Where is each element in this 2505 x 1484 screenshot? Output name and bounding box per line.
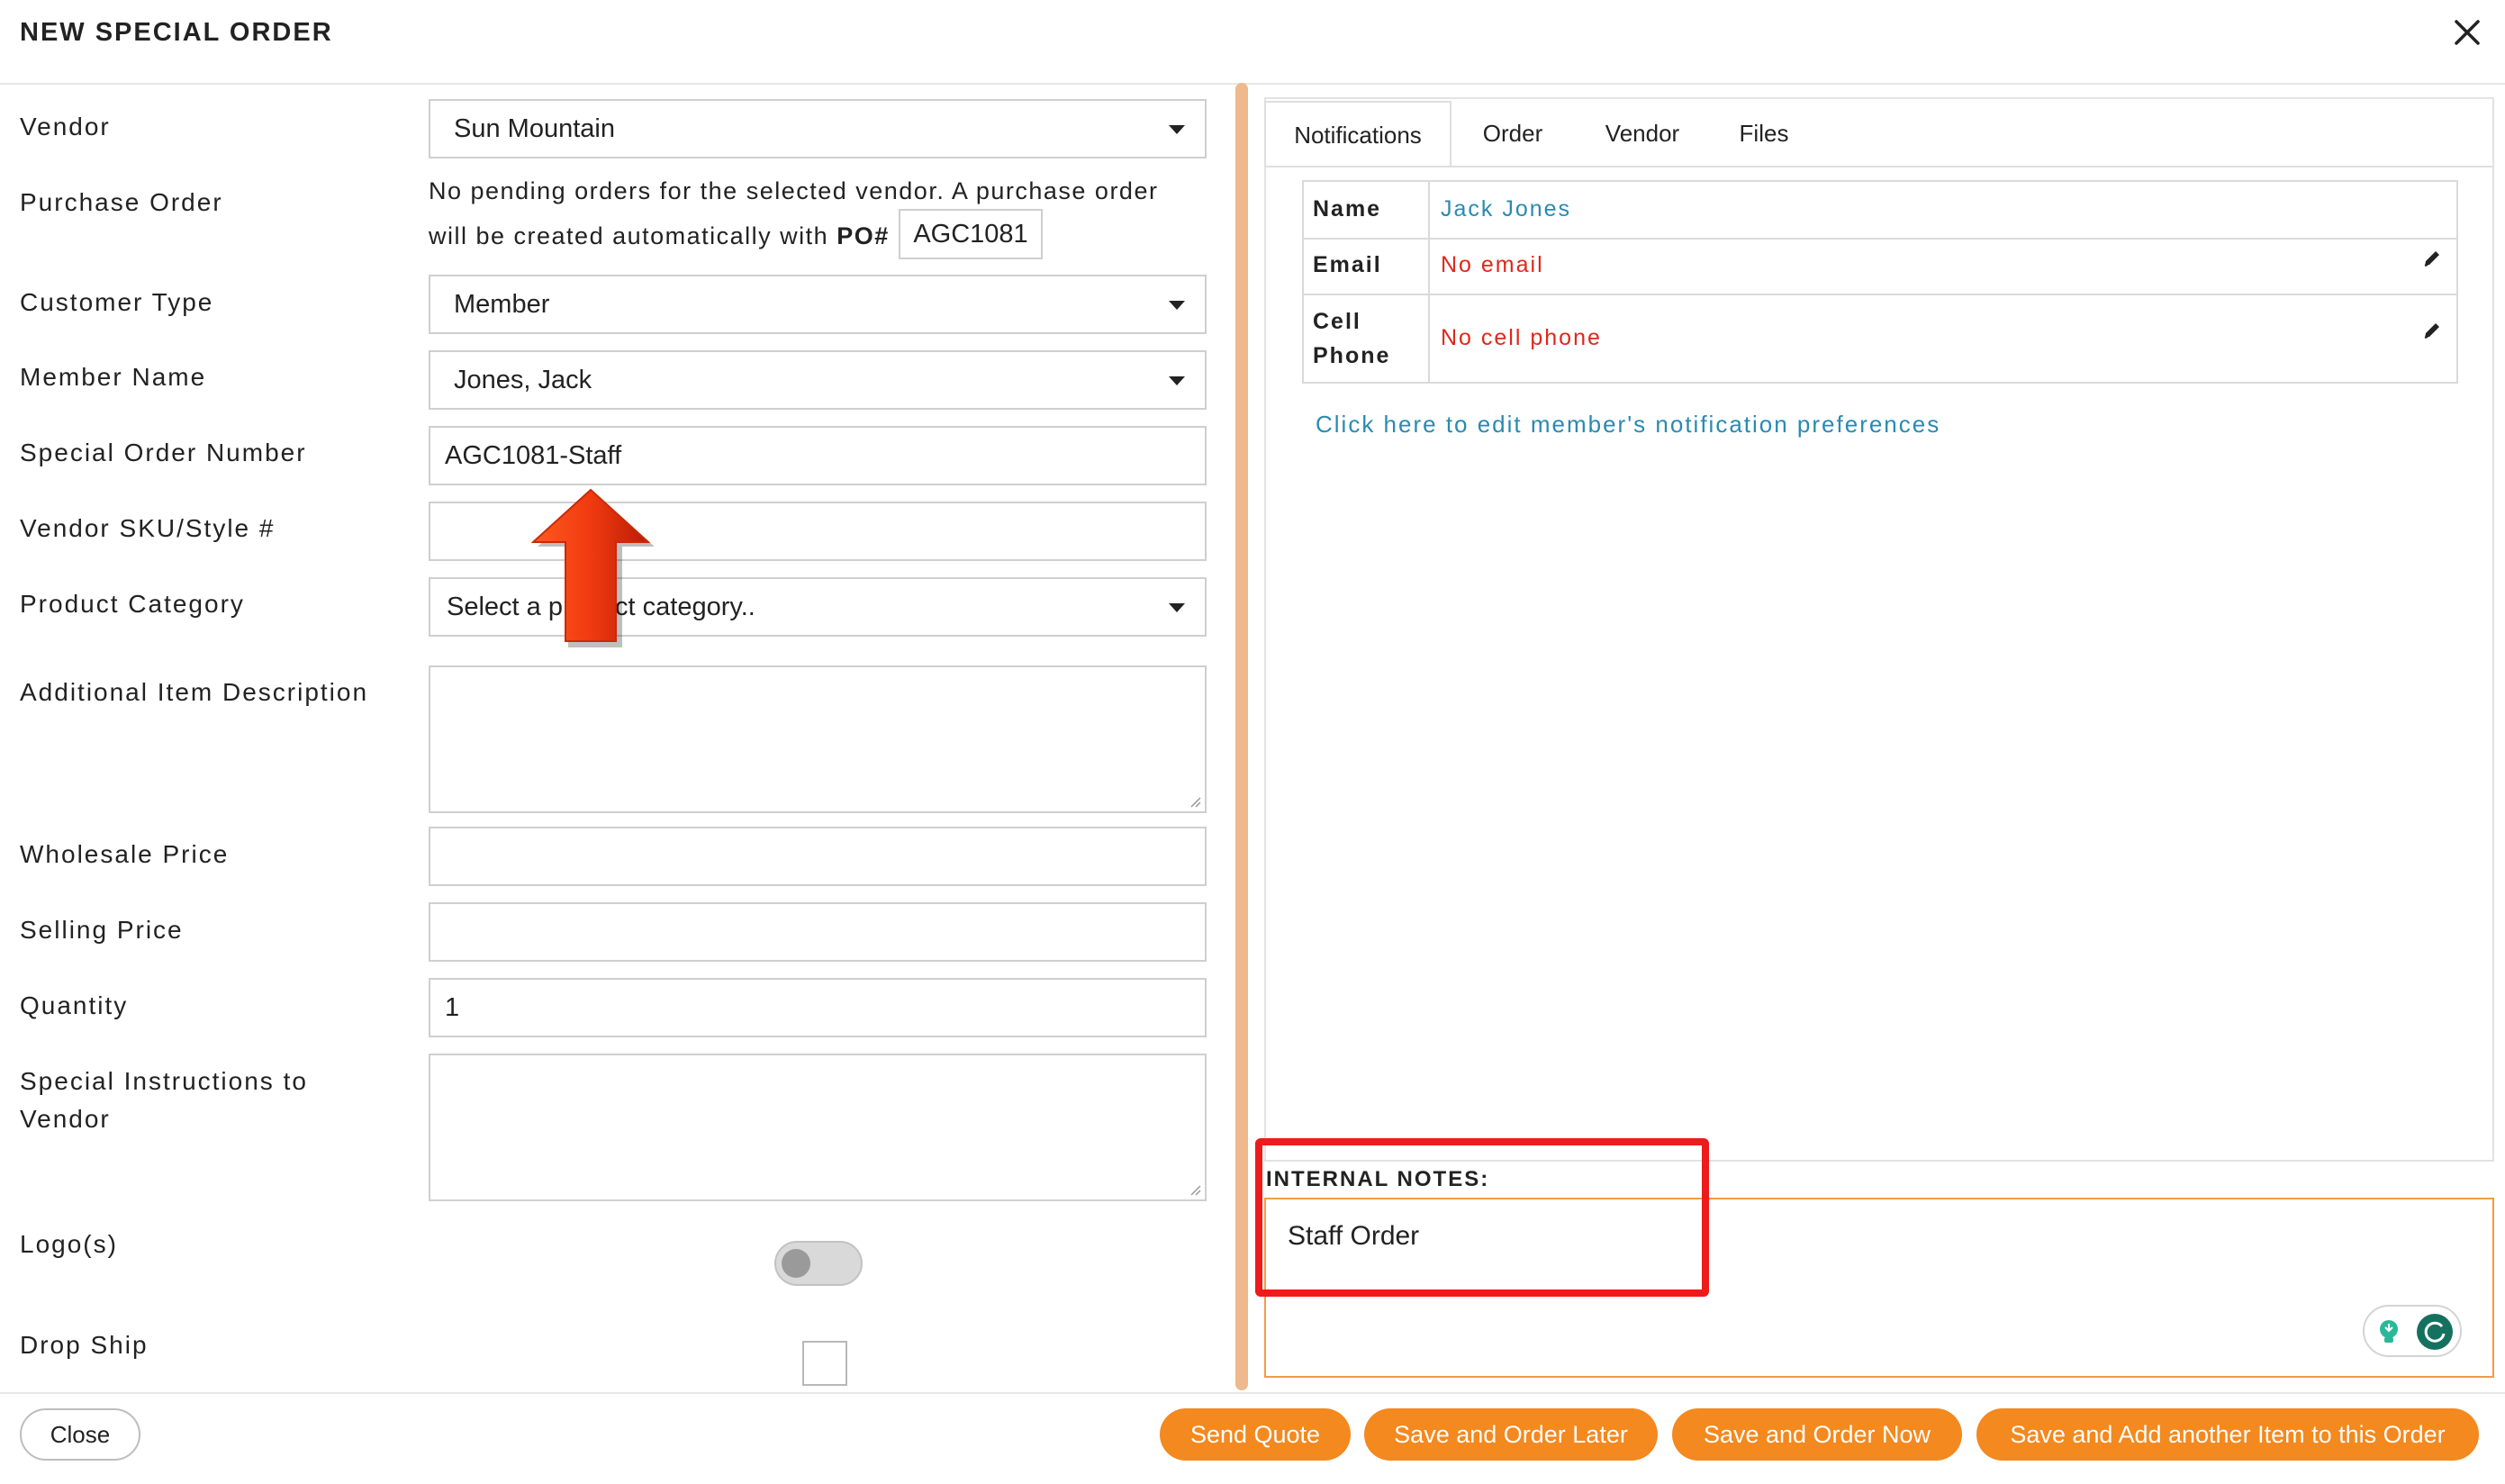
selling-price-label: Selling Price xyxy=(20,916,184,944)
panel-scrollbar[interactable] xyxy=(1235,83,1248,1390)
grammar-check-icon xyxy=(2417,1314,2453,1350)
selling-price-input[interactable] xyxy=(429,902,1207,962)
po-prefix: PO# xyxy=(837,222,890,249)
close-icon[interactable] xyxy=(2447,13,2487,52)
purchase-order-text-line2: will be created automatically with PO# xyxy=(429,214,890,258)
vendor-label: Vendor xyxy=(20,113,111,140)
vendor-sku-label: Vendor SKU/Style # xyxy=(20,514,276,542)
logos-toggle[interactable] xyxy=(774,1241,863,1286)
save-order-later-button[interactable]: Save and Order Later xyxy=(1364,1408,1658,1461)
tabs-divider xyxy=(1264,166,2494,167)
member-name-label: Member Name xyxy=(20,363,207,391)
chevron-down-icon xyxy=(1169,301,1185,310)
special-order-number-label: Special Order Number xyxy=(20,439,307,466)
name-key: Name xyxy=(1304,182,1430,238)
dialog-title: NEW SPECIAL ORDER xyxy=(20,18,333,47)
customer-type-value: Member xyxy=(454,290,550,319)
wholesale-price-input[interactable] xyxy=(429,827,1207,886)
save-order-now-button[interactable]: Save and Order Now xyxy=(1672,1408,1962,1461)
purchase-order-text: No pending orders for the selected vendo… xyxy=(429,177,1159,204)
vendor-select[interactable]: Sun Mountain xyxy=(429,99,1207,158)
logos-label: Logo(s) xyxy=(20,1230,118,1258)
pencil-icon[interactable] xyxy=(2422,249,2442,268)
info-row-name: Name Jack Jones xyxy=(1304,182,2456,240)
quantity-label: Quantity xyxy=(20,991,129,1019)
cell-key-line2: Phone xyxy=(1313,343,1391,368)
purchase-order-label: Purchase Order xyxy=(20,188,223,216)
product-category-label: Product Category xyxy=(20,590,245,618)
info-row-cell: Cell Phone No cell phone xyxy=(1304,294,2456,384)
edit-notification-preferences-link[interactable]: Click here to edit member's notification… xyxy=(1316,411,1940,439)
annotation-highlight-box xyxy=(1255,1138,1709,1297)
special-instructions-label: Special Instructions to xyxy=(20,1067,308,1095)
drop-ship-checkbox[interactable] xyxy=(802,1341,847,1386)
chevron-down-icon xyxy=(1169,125,1185,134)
tab-vendor[interactable]: Vendor xyxy=(1585,101,1700,166)
tab-order[interactable]: Order xyxy=(1459,101,1567,166)
save-add-another-button[interactable]: Save and Add another Item to this Order xyxy=(1976,1408,2479,1461)
member-name-value: Jones, Jack xyxy=(454,366,592,394)
writing-assistant-widget[interactable] xyxy=(2363,1305,2462,1357)
chevron-down-icon xyxy=(1169,376,1185,385)
cell-phone-key: Cell Phone xyxy=(1304,294,1430,384)
customer-type-select[interactable]: Member xyxy=(429,275,1207,334)
chevron-down-icon xyxy=(1169,603,1185,612)
special-instructions-label-line2: Vendor xyxy=(20,1105,111,1133)
footer-divider xyxy=(0,1392,2505,1394)
resize-grip-icon[interactable] xyxy=(1189,1183,1201,1196)
toggle-knob xyxy=(782,1249,810,1278)
additional-description-textarea[interactable] xyxy=(429,665,1207,813)
close-button[interactable]: Close xyxy=(20,1408,140,1461)
resize-grip-icon[interactable] xyxy=(1189,795,1201,808)
send-quote-button[interactable]: Send Quote xyxy=(1160,1408,1351,1461)
member-name-select[interactable]: Jones, Jack xyxy=(429,350,1207,410)
email-value: No email xyxy=(1441,252,1544,277)
customer-type-label: Customer Type xyxy=(20,288,214,316)
special-instructions-textarea[interactable] xyxy=(429,1054,1207,1201)
notification-info-table: Name Jack Jones Email No email Cell Phon… xyxy=(1302,180,2458,384)
vendor-value: Sun Mountain xyxy=(454,114,615,143)
tab-notifications[interactable]: Notifications xyxy=(1264,101,1451,166)
lightbulb-icon xyxy=(2380,1320,2398,1343)
cell-key-line1: Cell xyxy=(1313,309,1361,334)
purchase-order-auto-text: will be created automatically with xyxy=(429,222,829,249)
cell-phone-value: No cell phone xyxy=(1441,325,1602,350)
additional-description-label: Additional Item Description xyxy=(20,678,369,706)
header-divider xyxy=(0,83,2505,85)
quantity-value: 1 xyxy=(445,993,460,1022)
tab-files[interactable]: Files xyxy=(1716,101,1812,166)
special-order-number-input[interactable]: AGC1081-Staff xyxy=(429,426,1207,485)
member-name-link[interactable]: Jack Jones xyxy=(1441,182,1571,236)
drop-ship-label: Drop Ship xyxy=(20,1331,149,1359)
arrow-up-icon xyxy=(531,488,654,647)
special-order-number-value: AGC1081-Staff xyxy=(445,441,622,470)
pencil-icon[interactable] xyxy=(2422,321,2442,340)
po-number-field[interactable]: AGC1081 xyxy=(899,209,1043,259)
quantity-input[interactable]: 1 xyxy=(429,978,1207,1037)
info-row-email: Email No email xyxy=(1304,238,2456,295)
wholesale-price-label: Wholesale Price xyxy=(20,840,230,868)
email-key: Email xyxy=(1304,238,1430,294)
